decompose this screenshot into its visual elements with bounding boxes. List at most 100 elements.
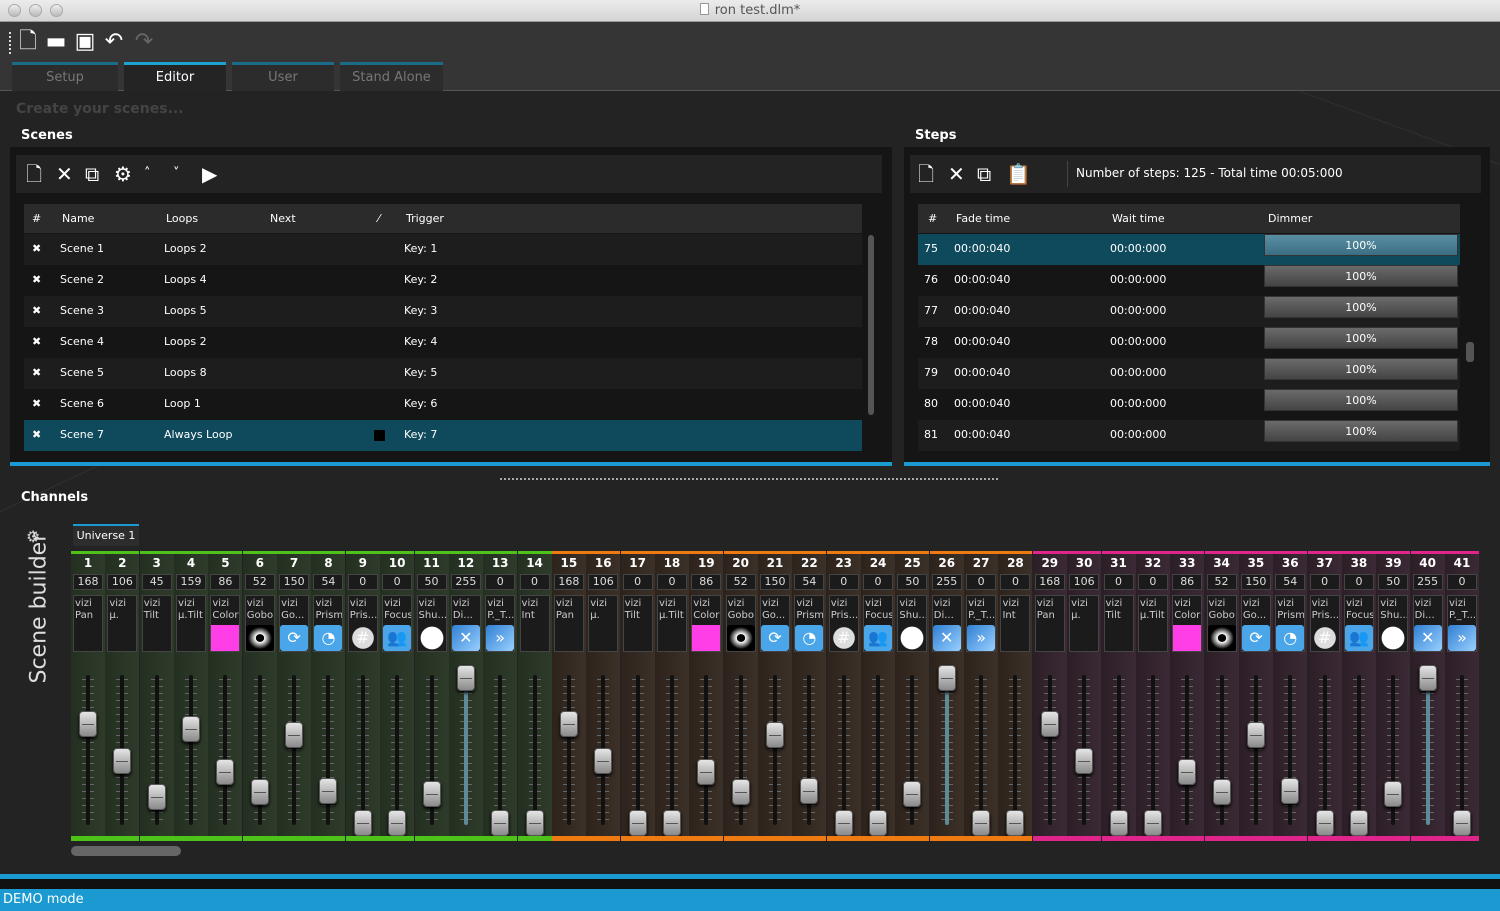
fader-knob[interactable] [1212,779,1231,806]
channel-value-input[interactable]: 50 [1378,574,1409,590]
toolbar-grip[interactable] [9,32,13,54]
fader-knob[interactable] [1384,780,1403,807]
shutter-icon[interactable] [898,625,927,651]
fader-knob[interactable] [182,716,201,743]
step-wait-time[interactable]: 00:00:000 [1110,265,1166,295]
step-row[interactable]: 75 00:00:040 00:00:000 100% [918,234,1460,265]
copy-icon[interactable]: ⧉ [85,163,99,185]
step-dimmer-bar[interactable]: 100% [1264,234,1458,256]
remove-scene-icon[interactable]: ✖ [32,389,41,419]
fader-knob[interactable] [1143,810,1162,836]
prism-icon[interactable]: ◔ [314,625,343,651]
pan-tilt-icon[interactable]: » [1448,625,1476,651]
prism-icon[interactable]: ◔ [1276,625,1305,651]
step-row[interactable]: 79 00:00:040 00:00:000 100% [918,358,1460,389]
fader-knob[interactable] [353,810,372,836]
fader-track[interactable] [635,675,640,825]
channel-value-input[interactable]: 150 [1240,574,1271,590]
fader-knob[interactable] [285,721,304,748]
fader-knob[interactable] [250,779,269,806]
tab-user[interactable]: User [232,62,334,91]
channel-value-input[interactable]: 0 [1447,574,1477,590]
channel-value-input[interactable]: 0 [382,574,413,590]
channel-value-input[interactable]: 0 [656,574,687,590]
col-loops[interactable]: Loops [166,204,198,234]
fader-track[interactable] [1425,675,1430,825]
fader-knob[interactable] [937,665,956,691]
channel-value-input[interactable]: 0 [1137,574,1168,590]
fader-knob[interactable] [216,759,235,786]
step-wait-time[interactable]: 00:00:000 [1110,296,1166,326]
remove-scene-icon[interactable]: ✖ [32,327,41,357]
channel-value-input[interactable]: 0 [1000,574,1031,590]
steps-scrollbar[interactable] [1466,342,1474,362]
prism-icon[interactable]: ◔ [795,625,824,651]
scene-row[interactable]: ✖ Scene 2 Loops 4 Key: 2 [24,265,862,296]
fader-knob[interactable] [1178,759,1197,786]
fader-knob[interactable] [113,747,132,774]
shutter-icon[interactable] [1379,625,1408,651]
channel-value-input[interactable]: 106 [1069,574,1100,590]
gobo-icon[interactable] [1207,625,1236,651]
channel-value-input[interactable]: 52 [1206,574,1237,590]
scene-row[interactable]: ✖ Scene 4 Loops 2 Key: 4 [24,327,862,358]
channel-value-input[interactable]: 0 [347,574,378,590]
fader-knob[interactable] [388,810,407,836]
channel-value-input[interactable]: 255 [1412,574,1443,590]
fader-knob[interactable] [525,810,544,836]
step-dimmer-bar[interactable]: 100% [1264,265,1458,287]
pan-tilt-icon[interactable]: » [486,625,515,651]
move-down-icon[interactable]: ˅ [173,163,180,185]
fader-track[interactable] [704,675,709,825]
delete-icon[interactable]: ✕ [56,163,73,185]
scene-row[interactable]: ✖ Scene 1 Loops 2 Key: 1 [24,234,862,265]
step-wait-time[interactable]: 00:00:000 [1110,358,1166,388]
step-fade-time[interactable]: 00:00:040 [954,265,1010,295]
fader-knob[interactable] [594,747,613,774]
fader-knob[interactable] [491,810,510,836]
channel-value-input[interactable]: 255 [450,574,481,590]
channel-value-input[interactable]: 54 [794,574,825,590]
fader-track[interactable] [463,675,468,825]
step-row[interactable]: 80 00:00:040 00:00:000 100% [918,389,1460,420]
fader-knob[interactable] [456,665,475,691]
move-up-icon[interactable]: ˄ [144,163,151,185]
channel-value-input[interactable]: 50 [897,574,928,590]
scenes-scrollbar[interactable] [868,235,874,415]
fader-track[interactable] [292,675,297,825]
fader-knob[interactable] [869,810,888,836]
channel-value-input[interactable]: 0 [622,574,653,590]
gobo-rotation-icon[interactable]: ⟳ [1241,625,1270,651]
step-fade-time[interactable]: 00:00:040 [954,420,1010,450]
gobo-rotation-icon[interactable]: ⟳ [280,625,309,651]
fader-knob[interactable] [147,783,166,810]
step-row[interactable]: 81 00:00:040 00:00:000 100% [918,420,1460,451]
channel-value-input[interactable]: 150 [279,574,310,590]
prism-rotation-icon[interactable]: # [348,625,377,651]
dimmer-icon[interactable]: ✕ [932,625,961,651]
fader-track[interactable] [1013,675,1018,825]
step-dimmer-bar[interactable]: 100% [1264,327,1458,349]
col-trigger[interactable]: Trigger [406,204,444,234]
fader-track[interactable] [1150,675,1155,825]
step-row[interactable]: 77 00:00:040 00:00:000 100% [918,296,1460,327]
channel-value-input[interactable]: 0 [828,574,859,590]
remove-scene-icon[interactable]: ✖ [32,265,41,295]
step-row[interactable]: 76 00:00:040 00:00:000 100% [918,265,1460,296]
fader-track[interactable] [498,675,503,825]
channel-value-input[interactable]: 86 [1172,574,1203,590]
fader-track[interactable] [223,675,228,825]
channel-value-input[interactable]: 45 [141,574,172,590]
fader-knob[interactable] [422,780,441,807]
fader-track[interactable] [1253,675,1258,825]
gobo-icon[interactable] [245,625,274,651]
gobo-icon[interactable] [726,625,755,651]
paste-step-icon[interactable]: 📋 [1006,163,1031,185]
fader-knob[interactable] [834,810,853,836]
channel-value-input[interactable]: 255 [931,574,962,590]
focus-icon[interactable]: 👥 [383,625,412,651]
panel-splitter[interactable] [500,478,998,480]
fader-track[interactable] [532,675,537,825]
fader-knob[interactable] [1109,810,1128,836]
scene-row[interactable]: ✖ Scene 7 Always Loop Key: 7 [24,420,862,451]
